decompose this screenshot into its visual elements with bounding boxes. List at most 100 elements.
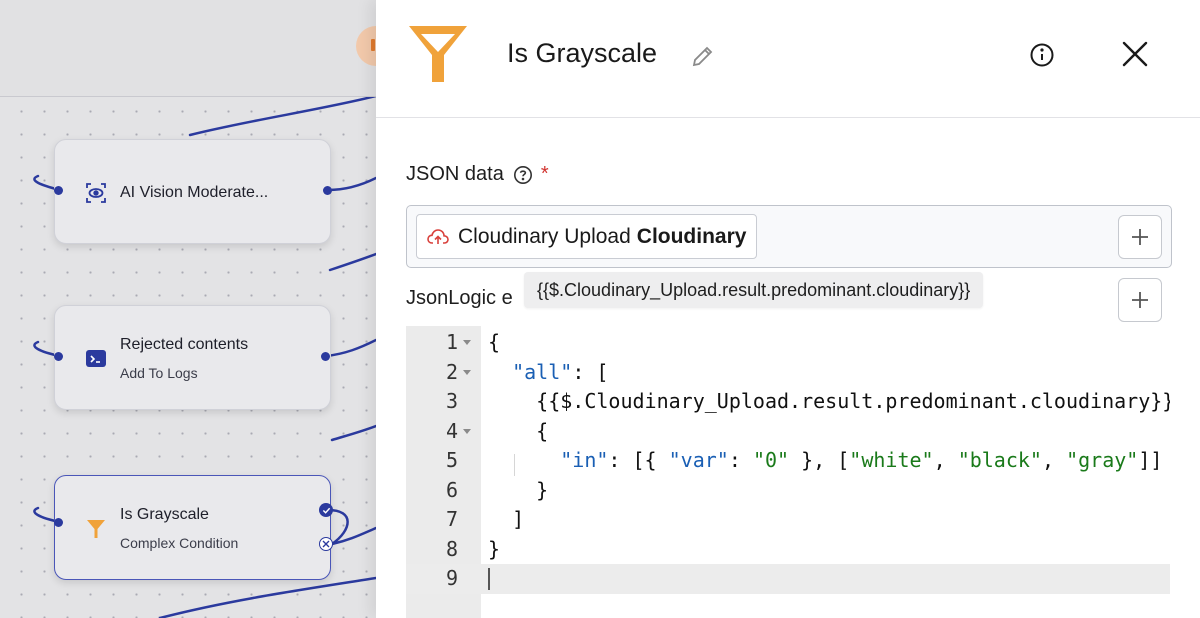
- code-key: "var": [668, 448, 729, 472]
- code-text: {: [488, 330, 501, 354]
- code-line: 5 "in": [{ "var": "0" }, ["white", "blac…: [406, 446, 1170, 476]
- code-text: ]: [488, 505, 524, 535]
- code-key: "in": [560, 448, 609, 472]
- panel-title: Is Grayscale: [507, 38, 658, 68]
- line-number: 6: [445, 477, 458, 502]
- plus-icon: [1132, 229, 1148, 245]
- wire: [330, 424, 376, 442]
- required-marker: *: [540, 163, 549, 185]
- node-input-port[interactable]: [54, 352, 63, 361]
- code-punct: ]]: [1138, 448, 1163, 472]
- data-reference-tooltip: {{$.Cloudinary_Upload.result.predominant…: [524, 272, 984, 308]
- code-punct: :: [728, 448, 753, 472]
- code-line: 6 }: [406, 476, 1170, 506]
- node-input-port[interactable]: [54, 518, 63, 527]
- code-text: {: [488, 417, 548, 447]
- code-line: 4 {: [406, 417, 1170, 447]
- code-text: }: [488, 536, 501, 561]
- indent-guide: [514, 454, 515, 476]
- line-number: 3: [445, 389, 458, 413]
- jsonlogic-label: JsonLogic e: [406, 287, 513, 309]
- json-data-label: JSON data *: [406, 163, 549, 186]
- true-port-check-icon[interactable]: [319, 503, 333, 517]
- code-string: "white": [849, 448, 934, 472]
- code-punct: }: [536, 477, 549, 502]
- canvas-toolbar: [0, 0, 376, 97]
- node-ai-vision[interactable]: AI Vision Moderate...: [54, 139, 331, 244]
- code-string: "black": [957, 448, 1042, 472]
- json-data-label-text: JSON data: [406, 163, 504, 185]
- code-line: 3 {{$.Cloudinary_Upload.result.predomina…: [406, 387, 1170, 417]
- code-text: "in": [{ "var": "0" }, ["white", "black"…: [488, 446, 1162, 476]
- line-number: 9: [445, 566, 458, 590]
- add-expression-button[interactable]: [1118, 278, 1162, 322]
- help-circle-icon[interactable]: [513, 165, 533, 185]
- code-punct: ]: [512, 507, 525, 531]
- code-punct: : [{: [608, 448, 669, 472]
- text-cursor: [488, 568, 490, 590]
- node-subtitle: Add To Logs: [120, 365, 198, 381]
- terminal-icon: [83, 346, 109, 372]
- wire: [324, 338, 376, 358]
- plus-icon: [1132, 292, 1148, 308]
- line-number: 2: [445, 359, 458, 384]
- code-text: {{$.Cloudinary_Upload.result.predominant…: [488, 387, 1170, 417]
- data-reference-chip[interactable]: Cloudinary Upload Cloudinary: [416, 214, 758, 259]
- cloud-upload-icon: [427, 228, 449, 246]
- eye-scan-icon: [83, 180, 109, 206]
- line-number: 7: [445, 507, 458, 531]
- code-punct: ,: [1041, 448, 1067, 472]
- wire: [328, 252, 376, 272]
- code-string: "0": [752, 448, 790, 472]
- fold-arrow-icon[interactable]: [463, 428, 471, 434]
- line-number: 5: [445, 448, 458, 472]
- toolbar-badge-icon[interactable]: [356, 26, 376, 66]
- jsonlogic-code-editor[interactable]: 1 { 2 "all": [ 3 {{$.Cloudinary_Upload.r…: [406, 326, 1170, 618]
- node-subtitle: Complex Condition: [120, 535, 239, 551]
- code-line-active: 9: [406, 564, 1170, 594]
- fold-arrow-icon[interactable]: [463, 369, 471, 375]
- node-settings-panel: Is Grayscale JSON data * Cloudinary Uplo…: [376, 0, 1200, 618]
- node-title: AI Vision Moderate...: [120, 184, 269, 201]
- wire: [188, 94, 376, 137]
- info-icon[interactable]: [1029, 42, 1055, 73]
- code-punct: }, [: [789, 448, 850, 472]
- line-number: 1: [445, 330, 458, 354]
- line-number: 8: [445, 536, 458, 561]
- fold-arrow-icon[interactable]: [463, 340, 471, 345]
- panel-header: Is Grayscale: [376, 0, 1200, 118]
- wire: [326, 176, 376, 192]
- node-rejected-contents[interactable]: Rejected contents Add To Logs: [54, 305, 331, 410]
- code-line: 1 {: [406, 328, 1170, 358]
- json-data-input[interactable]: Cloudinary Upload Cloudinary: [406, 205, 1172, 268]
- code-text: "all": [: [488, 358, 608, 388]
- pencil-icon[interactable]: [690, 43, 716, 74]
- code-key: "all": [512, 359, 573, 384]
- code-line: 7 ]: [406, 505, 1170, 535]
- node-title: Rejected contents: [120, 336, 249, 353]
- node-input-port[interactable]: [54, 186, 63, 195]
- chip-source-label: Cloudinary Upload: [458, 224, 631, 248]
- wire: [330, 526, 376, 546]
- code-text: }: [488, 476, 548, 506]
- close-icon[interactable]: [1121, 40, 1149, 73]
- code-line: 2 "all": [: [406, 358, 1170, 388]
- filter-icon: [83, 516, 109, 542]
- add-data-button[interactable]: [1118, 215, 1162, 259]
- workflow-canvas[interactable]: AI Vision Moderate... Rejected contents …: [0, 0, 376, 618]
- node-output-port[interactable]: [323, 186, 332, 195]
- wire: [158, 576, 376, 618]
- code-string: "gray": [1066, 448, 1139, 472]
- code-reference: {{$.Cloudinary_Upload.result.predominant…: [536, 389, 1170, 413]
- code-punct: {: [536, 418, 549, 443]
- line-number: 4: [445, 418, 458, 443]
- code-line: 8 }: [406, 535, 1170, 565]
- code-punct: : [: [572, 359, 609, 384]
- filter-icon: [407, 22, 469, 89]
- false-port-x-icon[interactable]: [319, 537, 333, 551]
- chip-app-label: Cloudinary: [636, 224, 747, 248]
- node-is-grayscale[interactable]: Is Grayscale Complex Condition: [54, 475, 331, 580]
- code-punct: ,: [933, 448, 958, 472]
- node-title: Is Grayscale: [120, 506, 209, 523]
- node-output-port[interactable]: [321, 352, 330, 361]
